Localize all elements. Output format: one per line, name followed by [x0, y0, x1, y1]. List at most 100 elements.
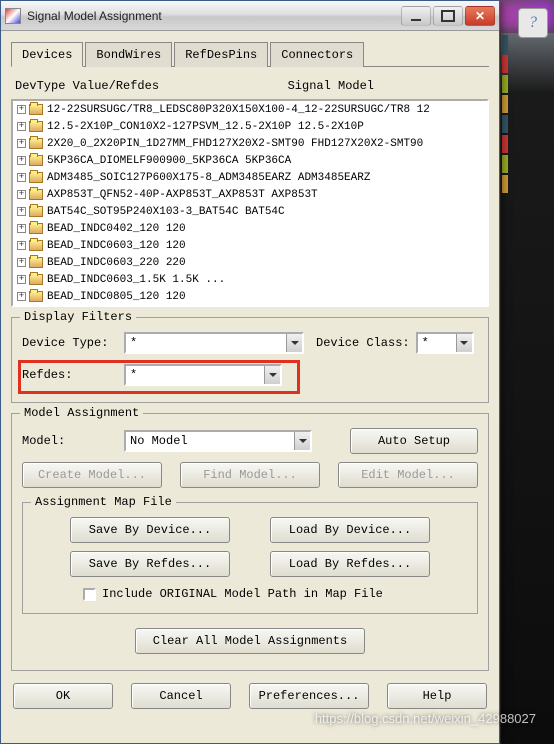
expand-icon[interactable]: +: [17, 292, 26, 301]
expand-icon[interactable]: +: [17, 241, 26, 250]
expand-icon[interactable]: +: [17, 105, 26, 114]
save-by-refdes-button[interactable]: Save By Refdes...: [70, 551, 230, 577]
expand-icon[interactable]: +: [17, 258, 26, 267]
mapfile-legend: Assignment Map File: [31, 495, 176, 509]
refdes-label: Refdes:: [22, 368, 118, 382]
tree-row-label: BEAD_INDC0603_120 120: [47, 240, 186, 252]
tree-row[interactable]: + BEAD_INDC0603_1.5K 1.5K ...: [13, 271, 487, 288]
chevron-down-icon: [264, 366, 280, 384]
load-by-device-button[interactable]: Load By Device...: [270, 517, 430, 543]
tree-row-label: ADM3485_SOIC127P600X175-8_ADM3485EARZ AD…: [47, 172, 370, 184]
window-title: Signal Model Assignment: [27, 9, 401, 23]
tabstrip: Devices BondWires RefDesPins Connectors: [11, 41, 489, 67]
bottom-button-bar: OK Cancel Preferences... Help: [11, 683, 489, 709]
help-icon[interactable]: ?: [518, 8, 548, 38]
expand-icon[interactable]: +: [17, 122, 26, 131]
filters-legend: Display Filters: [20, 310, 136, 324]
tree-row-label: BAT54C_SOT95P240X103-3_BAT54C BAT54C: [47, 206, 285, 218]
dialog-window: Signal Model Assignment Devices BondWire…: [0, 0, 500, 744]
chevron-down-icon: [294, 432, 310, 450]
auto-setup-button[interactable]: Auto Setup: [350, 428, 478, 454]
expand-icon[interactable]: +: [17, 207, 26, 216]
tab-connectors[interactable]: Connectors: [270, 42, 364, 67]
cancel-button[interactable]: Cancel: [131, 683, 231, 709]
expand-icon[interactable]: +: [17, 139, 26, 148]
tree-row-label: 12.5-2X10P_CON10X2-127PSVM_12.5-2X10P 12…: [47, 121, 364, 133]
folder-icon: [29, 240, 43, 251]
column-headers: DevType Value/Refdes Signal Model: [11, 71, 489, 99]
tree-row[interactable]: +5KP36CA_DIOMELF900900_5KP36CA 5KP36CA: [13, 152, 487, 169]
folder-icon: [29, 291, 43, 302]
tree-row[interactable]: + ADM3485_SOIC127P600X175-8_ADM3485EARZ A…: [13, 169, 487, 186]
tree-row-label: BEAD_INDC0603_1.5K 1.5K ...: [47, 274, 225, 286]
watermark: https://blog.csdn.net/weixin_42988027: [315, 711, 536, 726]
expand-icon[interactable]: +: [17, 173, 26, 182]
create-model-button[interactable]: Create Model...: [22, 462, 162, 488]
app-icon: [5, 8, 21, 24]
tree-row[interactable]: + BEAD_INDC0805_120 120: [13, 288, 487, 305]
save-by-device-button[interactable]: Save By Device...: [70, 517, 230, 543]
checkbox-icon: [83, 588, 96, 601]
folder-icon: [29, 189, 43, 200]
folder-icon: [29, 121, 43, 132]
find-model-button[interactable]: Find Model...: [180, 462, 320, 488]
expand-icon[interactable]: +: [17, 190, 26, 199]
maximize-button[interactable]: [433, 6, 463, 26]
ok-button[interactable]: OK: [13, 683, 113, 709]
chevron-down-icon: [456, 334, 472, 352]
model-assignment-group: Model Assignment Model: No Model Auto Se…: [11, 413, 489, 671]
tree-row[interactable]: + BEAD_INDC0603_120 120: [13, 237, 487, 254]
close-button[interactable]: [465, 6, 495, 26]
map-file-group: Assignment Map File Save By Device... Lo…: [22, 502, 478, 614]
device-class-value: *: [418, 334, 456, 352]
col-devtype: DevType Value/Refdes: [15, 79, 288, 93]
tab-bondwires[interactable]: BondWires: [85, 42, 172, 67]
expand-icon[interactable]: +: [17, 224, 26, 233]
tree-row-label: 2X20_0_2X20PIN_1D27MM_FHD127X20X2-SMT90 …: [47, 138, 423, 150]
minimize-button[interactable]: [401, 6, 431, 26]
refdes-combo[interactable]: *: [124, 364, 282, 386]
device-class-combo[interactable]: *: [416, 332, 474, 354]
device-class-label: Device Class:: [316, 336, 410, 350]
include-original-checkbox[interactable]: Include ORIGINAL Model Path in Map File: [83, 587, 467, 601]
help-button[interactable]: Help: [387, 683, 487, 709]
tree-row[interactable]: +12-22SURSUGC/TR8_LEDSC80P320X150X100-4_…: [13, 101, 487, 118]
folder-icon: [29, 104, 43, 115]
tree-row[interactable]: + AXP853T_QFN52-40P-AXP853T_AXP853T AXP85…: [13, 186, 487, 203]
folder-icon: [29, 172, 43, 183]
tab-devices[interactable]: Devices: [11, 42, 83, 67]
load-by-refdes-button[interactable]: Load By Refdes...: [270, 551, 430, 577]
background-sliver: [501, 33, 554, 744]
tree-row-label: BEAD_INDC0402_120 120: [47, 223, 186, 235]
titlebar: Signal Model Assignment: [1, 1, 499, 31]
model-value: No Model: [126, 432, 294, 450]
tree-row-label: AXP853T_QFN52-40P-AXP853T_AXP853T AXP853…: [47, 189, 318, 201]
model-label: Model:: [22, 434, 118, 448]
model-combo[interactable]: No Model: [124, 430, 312, 452]
tree-row[interactable]: +2X20_0_2X20PIN_1D27MM_FHD127X20X2-SMT90…: [13, 135, 487, 152]
clear-all-button[interactable]: Clear All Model Assignments: [135, 628, 365, 654]
device-type-combo[interactable]: *: [124, 332, 304, 354]
folder-icon: [29, 206, 43, 217]
tree-row-label: BEAD_INDC0805_120 120: [47, 291, 186, 303]
tree-row[interactable]: + BAT54C_SOT95P240X103-3_BAT54C BAT54C: [13, 203, 487, 220]
expand-icon[interactable]: +: [17, 275, 26, 284]
preferences-button[interactable]: Preferences...: [249, 683, 369, 709]
folder-icon: [29, 223, 43, 234]
tree-row[interactable]: +12.5-2X10P_CON10X2-127PSVM_12.5-2X10P 1…: [13, 118, 487, 135]
tree-scroll[interactable]: +12-22SURSUGC/TR8_LEDSC80P320X150X100-4_…: [13, 101, 487, 305]
folder-icon: [29, 257, 43, 268]
col-signalmodel: Signal Model: [288, 79, 374, 93]
display-filters-group: Display Filters Device Type: * Device Cl…: [11, 317, 489, 403]
edit-model-button[interactable]: Edit Model...: [338, 462, 478, 488]
tree-row[interactable]: + BEAD_INDC0603_220 220: [13, 254, 487, 271]
folder-icon: [29, 274, 43, 285]
tab-refdespins[interactable]: RefDesPins: [174, 42, 268, 67]
folder-icon: [29, 138, 43, 149]
tree-row-label: BEAD_INDC0603_220 220: [47, 257, 186, 269]
expand-icon[interactable]: +: [17, 156, 26, 165]
model-legend: Model Assignment: [20, 406, 143, 420]
tree-row[interactable]: + BEAD_INDC0402_120 120: [13, 220, 487, 237]
tree-row-label: 5KP36CA_DIOMELF900900_5KP36CA 5KP36CA: [47, 155, 291, 167]
device-tree: +12-22SURSUGC/TR8_LEDSC80P320X150X100-4_…: [11, 99, 489, 307]
